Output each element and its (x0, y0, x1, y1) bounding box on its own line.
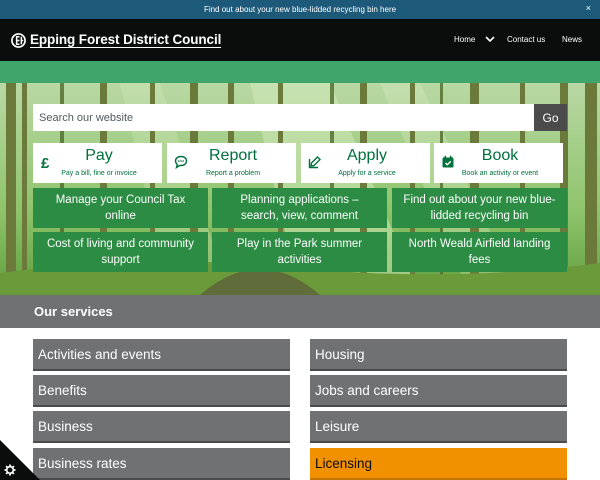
council-name: Epping Forest District Council (30, 31, 222, 48)
featured-link-recycling-bin[interactable]: Find out about your new blue-lidded recy… (392, 188, 567, 228)
quick-action-title: Report (208, 147, 258, 164)
service-housing[interactable]: Housing (310, 339, 567, 371)
search-input[interactable] (33, 104, 534, 131)
featured-link-play-in-park[interactable]: Play in the Park summer activities (212, 232, 387, 272)
featured-link-airfield-fees[interactable]: North Weald Airfield landing fees (392, 232, 567, 272)
service-jobs-and-careers[interactable]: Jobs and careers (310, 375, 567, 407)
chevron-down-icon[interactable] (484, 33, 496, 45)
quick-action-title: Pay (85, 147, 113, 164)
service-benefits[interactable]: Benefits (33, 375, 290, 407)
council-logo-icon (11, 32, 26, 48)
nav-home[interactable]: Home (454, 35, 475, 44)
quick-action-book[interactable]: Book Book an activity or event (434, 143, 563, 183)
notification-banner: Find out about your new blue-lidded recy… (0, 0, 600, 19)
site-search: Go (33, 104, 567, 131)
services-heading: Our services (0, 295, 600, 328)
site-header: Epping Forest District Council Home Cont… (0, 19, 600, 61)
service-business-rates[interactable]: Business rates (33, 448, 290, 480)
featured-link-planning[interactable]: Planning applications – search, view, co… (212, 188, 387, 228)
close-icon[interactable]: × (586, 3, 591, 13)
hero-section: Go £ Pay Pay a bill, fine or invoice Rep… (0, 83, 600, 295)
quick-action-apply[interactable]: Apply Apply for a service (301, 143, 430, 183)
services-list: Activities and events Benefits Business … (0, 328, 600, 480)
service-business[interactable]: Business (33, 411, 290, 443)
service-licensing[interactable]: Licensing (310, 448, 567, 480)
banner-link[interactable]: Find out about your new blue-lidded recy… (204, 5, 396, 14)
council-logo[interactable]: Epping Forest District Council (11, 31, 222, 48)
quick-action-pay[interactable]: £ Pay Pay a bill, fine or invoice (33, 143, 162, 183)
quick-action-subtitle: Apply for a service (338, 170, 396, 177)
gear-icon[interactable] (4, 464, 16, 476)
quick-action-report[interactable]: Report Report a problem (167, 143, 296, 183)
quick-action-subtitle: Pay a bill, fine or invoice (61, 170, 137, 177)
header-accent-bar (0, 61, 600, 83)
featured-link-cost-of-living[interactable]: Cost of living and community support (33, 232, 208, 272)
quick-action-title: Book (481, 147, 519, 164)
nav-news[interactable]: News (562, 35, 582, 44)
search-go-button[interactable]: Go (534, 104, 567, 131)
quick-action-title: Apply (346, 147, 388, 164)
service-leisure[interactable]: Leisure (310, 411, 567, 443)
nav-contact-us[interactable]: Contact us (507, 35, 545, 44)
quick-action-subtitle: Report a problem (205, 170, 261, 177)
service-activities-and-events[interactable]: Activities and events (33, 339, 290, 371)
featured-link-council-tax[interactable]: Manage your Council Tax online (33, 188, 208, 228)
quick-action-subtitle: Book an activity or event (461, 170, 539, 177)
